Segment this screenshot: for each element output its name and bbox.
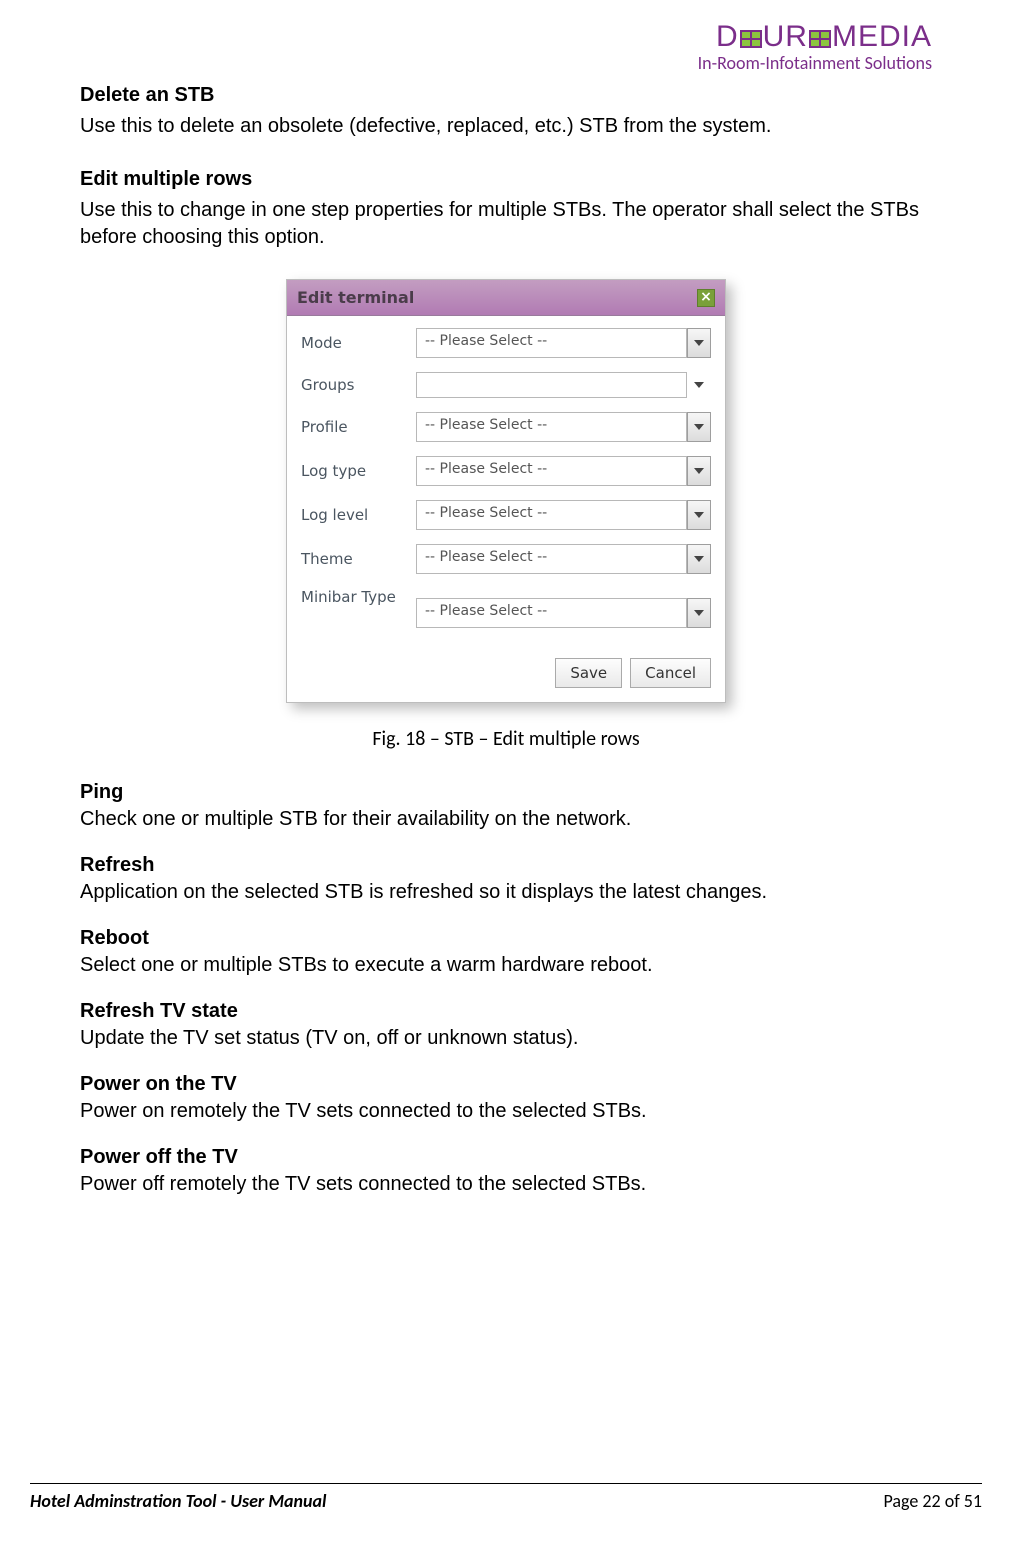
brand-logo: D UR MEDIA	[80, 20, 932, 54]
brand-letter: D	[716, 20, 739, 53]
select-theme[interactable]: -- Please Select --	[416, 544, 711, 574]
section-body: Update the TV set status (TV on, off or …	[80, 1025, 932, 1051]
figure-caption: Fig. 18 – STB – Edit multiple rows	[80, 727, 932, 751]
select-mode[interactable]: -- Please Select --	[416, 328, 711, 358]
section-reboot: Reboot Select one or multiple STBs to ex…	[80, 927, 932, 978]
close-button[interactable]: ×	[697, 289, 715, 307]
row-groups: Groups	[301, 372, 711, 398]
section-heading: Refresh TV state	[80, 1000, 932, 1023]
select-log-level[interactable]: -- Please Select --	[416, 500, 711, 530]
label-log-level: Log level	[301, 506, 416, 525]
section-refresh: Refresh Application on the selected STB …	[80, 854, 932, 905]
section-body: Select one or multiple STBs to execute a…	[80, 952, 932, 978]
section-body: Use this to delete an obsolete (defectiv…	[80, 113, 932, 140]
cancel-button[interactable]: Cancel	[630, 658, 711, 688]
select-minibar-type[interactable]: -- Please Select --	[416, 598, 711, 628]
footer-page-number: Page 22 of 51	[884, 1490, 983, 1512]
edit-terminal-dialog: Edit terminal × Mode -- Please Select --…	[286, 279, 726, 703]
chevron-down-icon[interactable]	[687, 598, 711, 628]
dialog-header: Edit terminal ×	[287, 280, 725, 316]
chevron-down-icon[interactable]	[687, 372, 711, 398]
save-button[interactable]: Save	[555, 658, 622, 688]
row-log-level: Log level -- Please Select --	[301, 500, 711, 530]
select-groups[interactable]	[416, 372, 711, 398]
select-value	[416, 372, 687, 398]
section-ping: Ping Check one or multiple STB for their…	[80, 781, 932, 832]
brand-o-icon	[809, 22, 831, 40]
section-body: Use this to change in one step propertie…	[80, 197, 932, 251]
section-body: Check one or multiple STB for their avai…	[80, 806, 932, 832]
select-log-type[interactable]: -- Please Select --	[416, 456, 711, 486]
chevron-down-icon[interactable]	[687, 412, 711, 442]
section-refresh-tv-state: Refresh TV state Update the TV set statu…	[80, 1000, 932, 1051]
brand-tagline: In-Room-Infotainment Solutions	[80, 52, 932, 74]
label-theme: Theme	[301, 550, 416, 569]
chevron-down-icon[interactable]	[687, 328, 711, 358]
section-heading: Reboot	[80, 927, 932, 950]
section-heading: Ping	[80, 781, 932, 804]
select-value: -- Please Select --	[416, 456, 687, 486]
section-heading: Power off the TV	[80, 1146, 932, 1169]
page-footer: Hotel Adminstration Tool - User Manual P…	[30, 1483, 982, 1512]
select-profile[interactable]: -- Please Select --	[416, 412, 711, 442]
select-value: -- Please Select --	[416, 500, 687, 530]
section-power-off-tv: Power off the TV Power off remotely the …	[80, 1146, 932, 1197]
section-delete-stb: Delete an STB Use this to delete an obso…	[80, 84, 932, 140]
brand-letters: MEDIA	[832, 20, 932, 53]
section-body: Power on remotely the TV sets connected …	[80, 1098, 932, 1124]
select-value: -- Please Select --	[416, 412, 687, 442]
section-edit-multiple: Edit multiple rows Use this to change in…	[80, 168, 932, 251]
label-mode: Mode	[301, 334, 416, 353]
section-heading: Delete an STB	[80, 84, 932, 107]
section-heading: Edit multiple rows	[80, 168, 932, 191]
row-profile: Profile -- Please Select --	[301, 412, 711, 442]
chevron-down-icon[interactable]	[687, 500, 711, 530]
section-body: Application on the selected STB is refre…	[80, 879, 932, 905]
section-heading: Power on the TV	[80, 1073, 932, 1096]
select-value: -- Please Select --	[416, 544, 687, 574]
dialog-title: Edit terminal	[297, 288, 414, 307]
section-heading: Refresh	[80, 854, 932, 877]
section-body: Power off remotely the TV sets connected…	[80, 1171, 932, 1197]
row-theme: Theme -- Please Select --	[301, 544, 711, 574]
label-profile: Profile	[301, 418, 416, 437]
brand-letters: UR	[763, 20, 808, 53]
row-minibar-type: Minibar Type -- Please Select --	[301, 588, 711, 628]
chevron-down-icon[interactable]	[687, 456, 711, 486]
label-minibar-type: Minibar Type	[301, 588, 416, 607]
row-log-type: Log type -- Please Select --	[301, 456, 711, 486]
chevron-down-icon[interactable]	[687, 544, 711, 574]
section-power-on-tv: Power on the TV Power on remotely the TV…	[80, 1073, 932, 1124]
row-mode: Mode -- Please Select --	[301, 328, 711, 358]
label-log-type: Log type	[301, 462, 416, 481]
brand-header: D UR MEDIA In-Room-Infotainment Solutions	[80, 20, 932, 74]
select-value: -- Please Select --	[416, 598, 687, 628]
select-value: -- Please Select --	[416, 328, 687, 358]
brand-e-icon	[740, 22, 762, 40]
footer-doc-title: Hotel Adminstration Tool - User Manual	[30, 1490, 326, 1512]
label-groups: Groups	[301, 376, 416, 395]
